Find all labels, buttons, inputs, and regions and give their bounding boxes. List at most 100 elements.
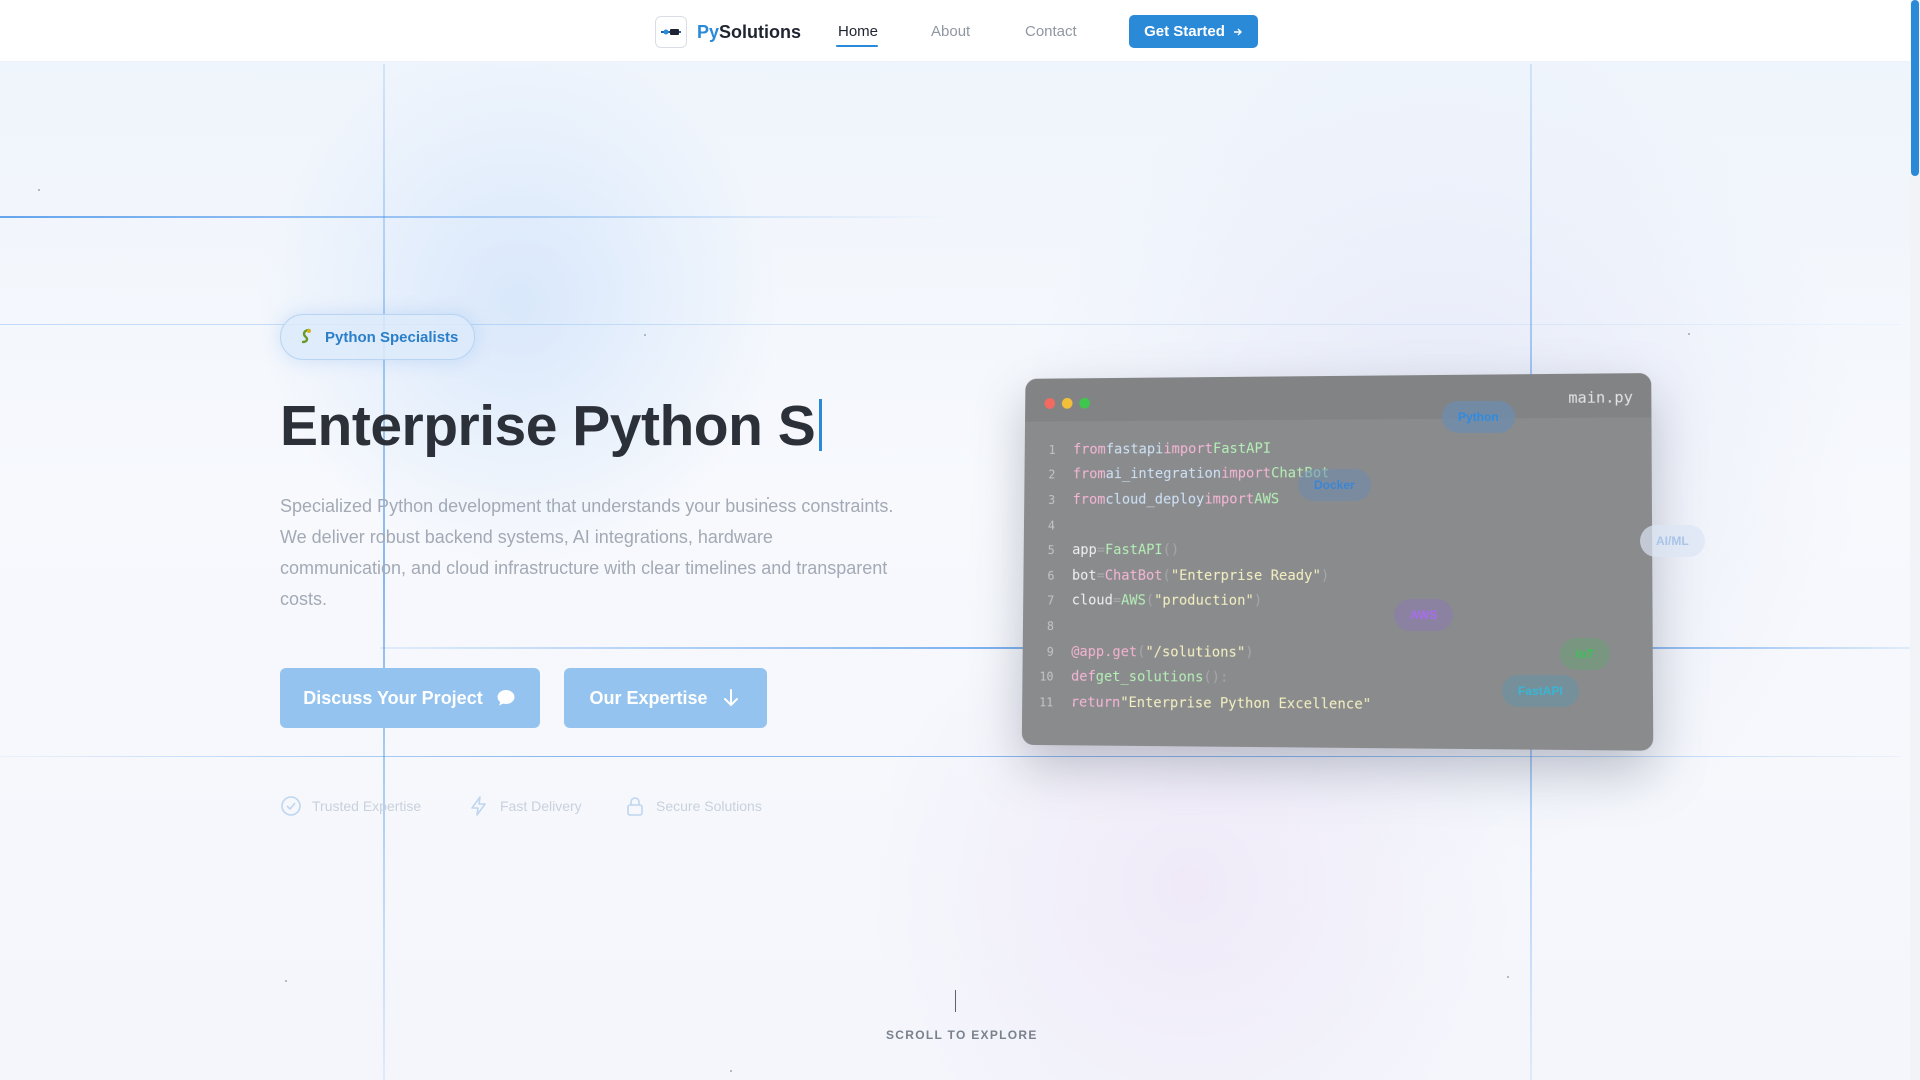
code-token: ai_integration: [1105, 466, 1222, 483]
line-number: 6: [1047, 568, 1055, 583]
code-line: 1 from fastapi import FastAPI: [1025, 433, 1652, 462]
code-line: 9 @app.get("/solutions"): [1023, 639, 1653, 668]
code-token: (: [1137, 643, 1146, 660]
window-maximize-dot: [1079, 397, 1091, 409]
line-number: 1: [1048, 442, 1056, 457]
tech-chip-python: Python: [1442, 401, 1515, 433]
code-token: (): [1162, 542, 1180, 559]
code-filename: main.py: [1568, 388, 1633, 407]
code-token: return: [1070, 694, 1121, 711]
tech-chip-fastapi: FastAPI: [1502, 675, 1579, 707]
tech-chip-aws: AWS: [1394, 599, 1454, 631]
nav-link-about[interactable]: About: [931, 23, 970, 40]
particle-dot: [1688, 333, 1690, 335]
scroll-to-explore[interactable]: SCROLL TO EXPLORE: [886, 1028, 1038, 1042]
particle-dot: [1507, 976, 1509, 978]
top-navbar: PySolutions Home About Contact Get Start…: [0, 0, 1910, 62]
feature-trusted-expertise: Trusted Expertise: [280, 795, 421, 817]
discuss-project-button[interactable]: Discuss Your Project: [280, 668, 540, 728]
code-token: ():: [1203, 669, 1229, 686]
check-circle-icon: [281, 796, 301, 816]
nav-link-home[interactable]: Home: [838, 23, 878, 40]
nav-active-indicator: [836, 45, 878, 47]
brand[interactable]: PySolutions: [655, 16, 801, 48]
grid-line-h4: [0, 756, 1900, 757]
our-expertise-label: Our Expertise: [589, 687, 708, 708]
line-number: 9: [1046, 644, 1054, 659]
code-token: FastAPI: [1212, 440, 1272, 457]
line-number: 7: [1047, 593, 1055, 608]
page-scrollbar-thumb[interactable]: [1911, 0, 1919, 176]
feature-label: Secure Solutions: [656, 798, 762, 814]
code-token: app: [1072, 542, 1097, 559]
python-specialists-badge: Python Specialists: [280, 314, 476, 360]
code-token: "Enterprise Ready": [1170, 567, 1321, 584]
code-token: cloud_deploy: [1105, 491, 1205, 508]
tech-chip-aiml: AI/ML: [1640, 525, 1705, 557]
hero-title: Enterprise Python S: [280, 393, 823, 459]
code-token: ChatBot: [1104, 567, 1163, 584]
code-token: (: [1145, 593, 1155, 609]
particle-dot: [285, 980, 287, 982]
arrow-down-icon: [723, 689, 738, 707]
code-token: AWS: [1254, 491, 1280, 508]
code-token: import: [1163, 440, 1213, 458]
code-token: cloud: [1071, 592, 1113, 609]
code-token: "Enterprise Python Excellence": [1120, 694, 1372, 713]
brand-name: PySolutions: [697, 22, 801, 43]
code-token: ): [1253, 593, 1263, 610]
code-token: ): [1320, 567, 1330, 584]
particle-dot: [644, 334, 646, 336]
code-line: 7 cloud = AWS("production"): [1023, 588, 1652, 615]
code-line: 4: [1024, 511, 1652, 538]
feature-label: Trusted Expertise: [312, 798, 422, 814]
window-minimize-dot: [1061, 397, 1073, 409]
lock-icon: [627, 797, 643, 816]
code-token: def: [1070, 668, 1096, 685]
code-token: fastapi: [1105, 441, 1164, 458]
brand-suffix: Solutions: [719, 21, 802, 42]
typing-caret: [819, 399, 823, 451]
code-token: "production": [1154, 593, 1254, 610]
tech-chip-iot: IoT: [1560, 638, 1610, 670]
code-line: 5 app = FastAPI(): [1024, 537, 1653, 563]
brand-prefix: Py: [697, 21, 720, 42]
get-started-button[interactable]: Get Started: [1129, 15, 1258, 48]
code-token: ): [1245, 644, 1254, 661]
line-number: 4: [1047, 518, 1056, 533]
scroll-indicator-line: [955, 990, 956, 1012]
discuss-project-label: Discuss Your Project: [303, 687, 483, 708]
hero-description: Specialized Python development that unde…: [280, 496, 894, 609]
code-token: AWS: [1121, 593, 1146, 609]
nav-link-contact[interactable]: Contact: [1025, 23, 1077, 40]
code-token: "/solutions": [1145, 643, 1246, 661]
code-token: import: [1221, 465, 1272, 483]
code-token: =: [1096, 542, 1106, 559]
code-token: FastAPI: [1104, 542, 1163, 559]
code-token: =: [1096, 567, 1105, 584]
line-number: 10: [1039, 669, 1054, 684]
python-snake-icon: [301, 328, 311, 344]
line-number: 8: [1046, 619, 1055, 634]
code-token: (: [1162, 567, 1171, 584]
feature-label: Fast Delivery: [500, 798, 582, 814]
code-token: @app.get: [1071, 643, 1138, 660]
line-number: 2: [1048, 467, 1056, 482]
code-token: get_solutions: [1095, 669, 1204, 686]
line-number: 5: [1047, 543, 1055, 558]
code-token: from: [1072, 491, 1106, 508]
lightning-icon: [471, 796, 486, 816]
our-expertise-button[interactable]: Our Expertise: [564, 668, 767, 728]
code-token: import: [1204, 491, 1255, 508]
code-window-titlebar: main.py: [1025, 373, 1652, 422]
get-started-label: Get Started: [1144, 23, 1225, 40]
feature-secure-solutions: Secure Solutions: [624, 795, 762, 817]
code-token: bot: [1071, 567, 1097, 584]
brand-logo-icon: [655, 16, 687, 48]
code-token: from: [1072, 466, 1106, 483]
particle-dot: [730, 1070, 732, 1072]
line-number: 3: [1048, 493, 1056, 507]
tech-chip-docker: Docker: [1298, 469, 1371, 501]
hero-title-text: Enterprise Python S: [280, 394, 816, 458]
chat-bubble-icon: [497, 690, 515, 706]
